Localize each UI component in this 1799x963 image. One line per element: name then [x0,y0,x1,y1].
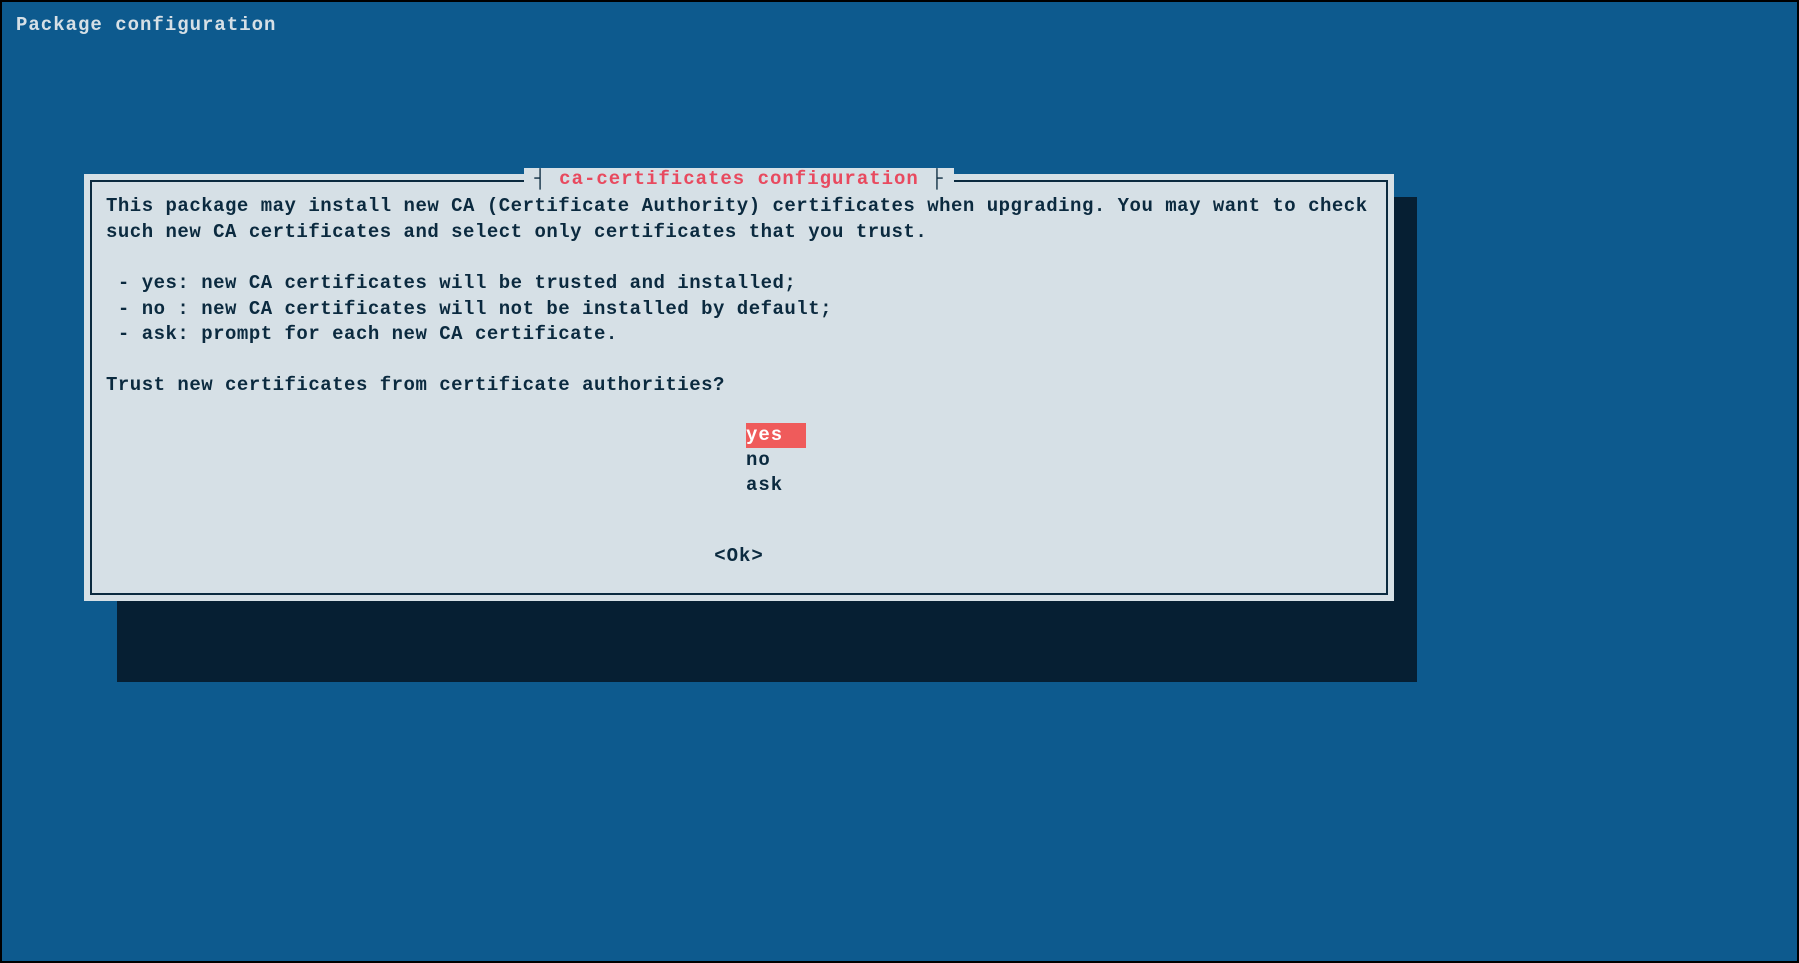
config-dialog: ca-certificates configuration This packa… [84,174,1394,601]
option-yes[interactable]: yes [746,423,806,448]
dialog-intro: This package may install new CA (Certifi… [106,194,1372,245]
options-list: yes no ask [106,423,1372,497]
dialog-border: ca-certificates configuration This packa… [90,180,1388,595]
terminal-screen: Package configuration ca-certificates co… [0,0,1799,963]
ok-row: <Ok> [106,545,1372,567]
option-no[interactable]: no [746,448,806,473]
dialog-title-wrap: ca-certificates configuration [92,168,1386,190]
blank-line [106,245,1372,271]
bullet-no: - no : new CA certificates will not be i… [106,297,1372,323]
bullet-ask: - ask: prompt for each new CA certificat… [106,322,1372,348]
dialog-title: ca-certificates configuration [524,168,953,190]
dialog-prompt: Trust new certificates from certificate … [106,373,1372,399]
blank-line-2 [106,348,1372,374]
option-ask[interactable]: ask [746,473,806,498]
page-title: Package configuration [6,6,1793,44]
ok-button[interactable]: <Ok> [714,545,764,567]
bullet-yes: - yes: new CA certificates will be trust… [106,271,1372,297]
